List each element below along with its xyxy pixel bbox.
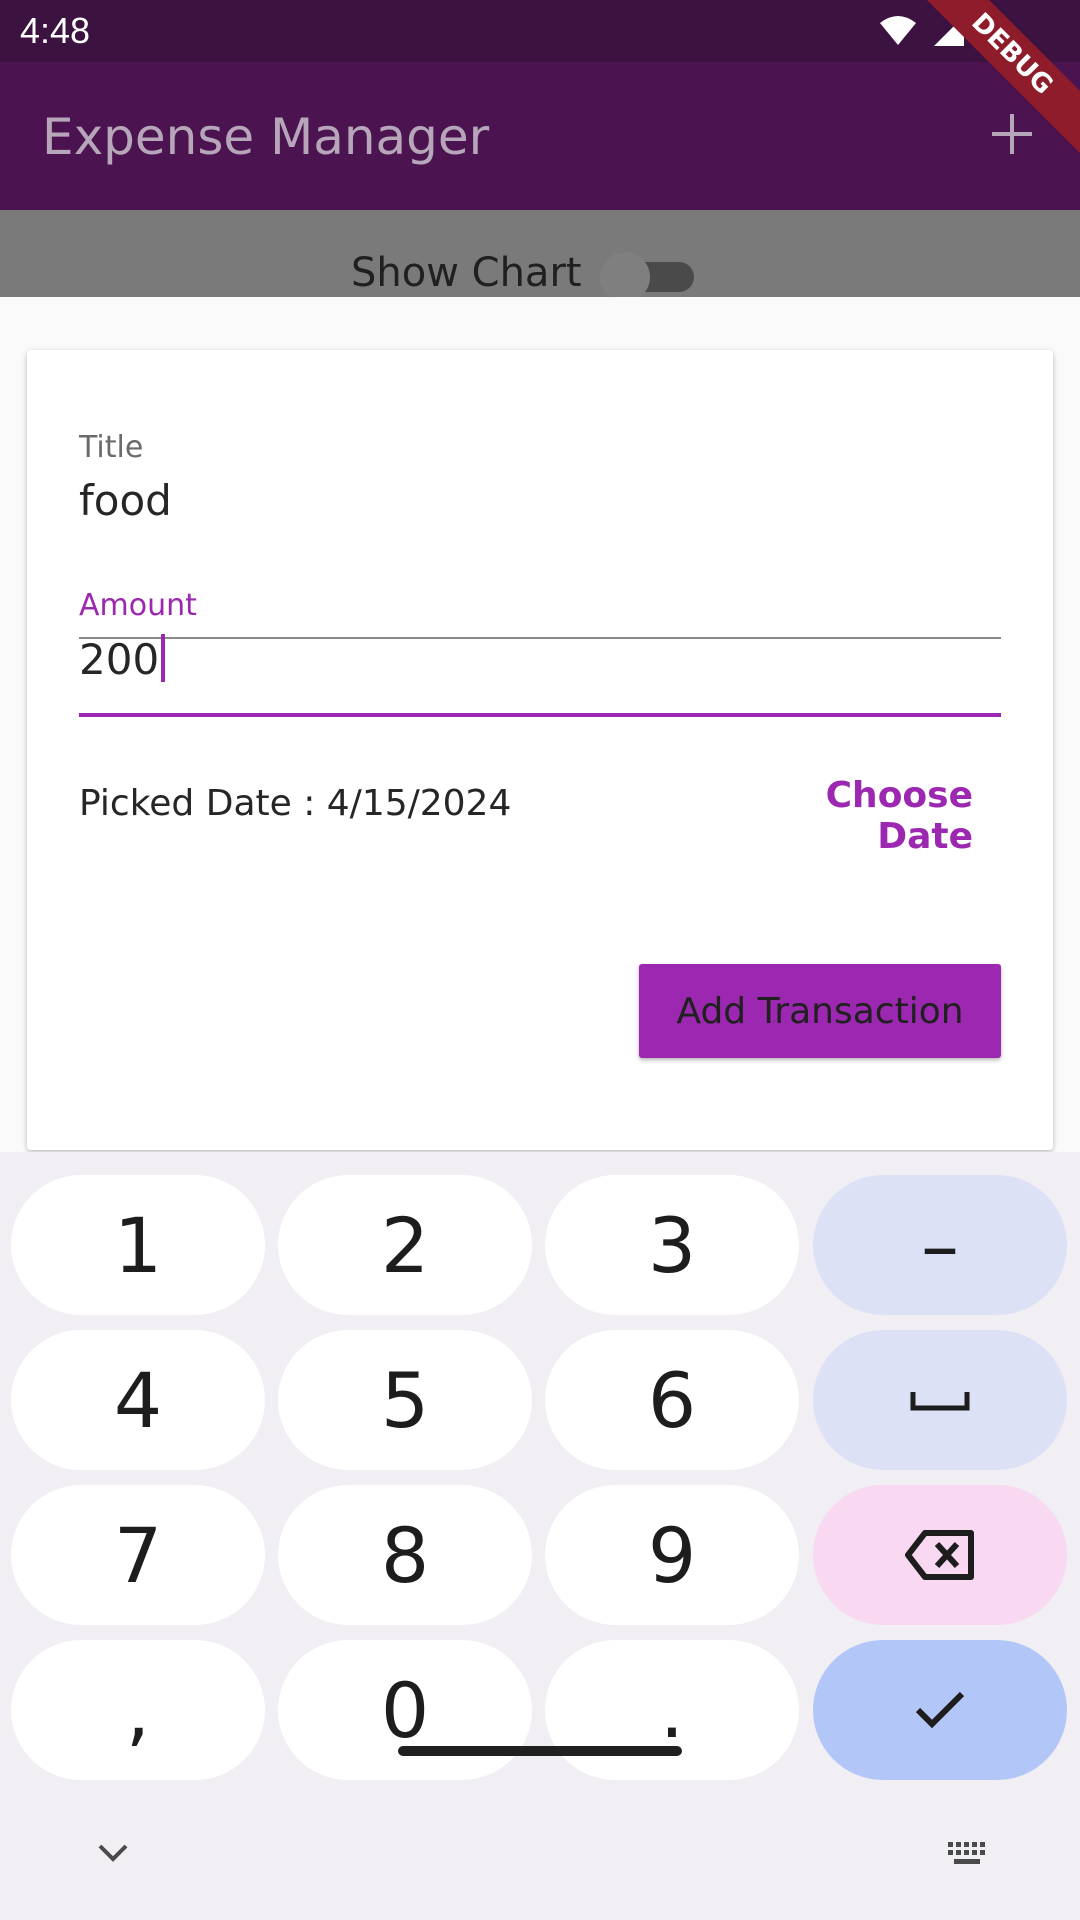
key-backspace[interactable]: ⌫ <box>813 1485 1067 1625</box>
key-2[interactable]: 2 <box>278 1175 532 1315</box>
key-minus[interactable]: – <box>813 1175 1067 1315</box>
key-9[interactable]: 9 <box>545 1485 799 1625</box>
key-1[interactable]: 1 <box>11 1175 265 1315</box>
key-4[interactable]: 4 <box>11 1330 265 1470</box>
key-space[interactable]: ␣ <box>813 1330 1067 1470</box>
key-label: 2 <box>380 1200 430 1290</box>
keyboard-icon <box>948 1842 985 1864</box>
home-indicator[interactable] <box>398 1746 682 1756</box>
key-label: , <box>125 1665 151 1755</box>
text-caret <box>161 634 166 682</box>
key-label: 6 <box>647 1355 697 1445</box>
key-label: 1 <box>113 1200 163 1290</box>
key-7[interactable]: 7 <box>11 1485 265 1625</box>
choose-date-button[interactable]: Choose Date <box>733 775 973 857</box>
key-6[interactable]: 6 <box>545 1330 799 1470</box>
amount-field-underline <box>79 713 1001 717</box>
chart-toggle-switch[interactable] <box>600 252 696 297</box>
transaction-form-card: Title food Amount 200 Picked Date : 4/15… <box>27 350 1053 1150</box>
add-transaction-submit-button[interactable]: Add Transaction <box>639 964 1001 1058</box>
key-label: 9 <box>647 1510 697 1600</box>
title-field-label: Title <box>79 430 144 465</box>
amount-text: 200 <box>79 635 160 684</box>
amount-field-value: 200 <box>79 634 166 684</box>
choose-date-label: Choose Date <box>825 775 973 857</box>
key-comma[interactable]: , <box>11 1640 265 1780</box>
key-8[interactable]: 8 <box>278 1485 532 1625</box>
key-label: 7 <box>113 1510 163 1600</box>
space-icon <box>910 1392 970 1411</box>
status-bar: 4:48 <box>0 0 1080 62</box>
app-title: Expense Manager <box>42 108 490 166</box>
app-bar: Expense Manager <box>0 62 1080 210</box>
numeric-keyboard: 1 2 3 – 4 5 6 ␣ 7 8 9 ⌫ , 0 . ✓ <box>0 1152 1080 1920</box>
chevron-down-icon <box>98 1844 128 1862</box>
title-field-value: food <box>79 476 172 525</box>
key-label: . <box>659 1665 685 1755</box>
key-label: – <box>921 1200 959 1290</box>
key-period[interactable]: . <box>545 1640 799 1780</box>
backspace-icon <box>905 1530 974 1580</box>
switch-keyboard-button[interactable] <box>944 1838 992 1870</box>
title-field[interactable]: Title food <box>79 430 1001 639</box>
status-time: 4:48 <box>20 10 91 51</box>
key-label: 8 <box>380 1510 430 1600</box>
key-label: 4 <box>113 1355 163 1445</box>
key-label: 0 <box>380 1665 430 1755</box>
key-done[interactable]: ✓ <box>813 1640 1067 1780</box>
picked-date-text: Picked Date : 4/15/2024 <box>79 783 512 824</box>
key-3[interactable]: 3 <box>545 1175 799 1315</box>
wifi-icon <box>880 16 916 45</box>
key-0[interactable]: 0 <box>278 1640 532 1780</box>
checkmark-icon <box>915 1691 965 1729</box>
key-label: 3 <box>647 1200 697 1290</box>
switch-thumb <box>600 252 650 297</box>
chart-toggle-label: Show Chart <box>351 250 582 296</box>
add-transaction-label: Add Transaction <box>676 990 964 1032</box>
hide-keyboard-button[interactable] <box>88 1832 138 1872</box>
amount-field-label: Amount <box>79 588 197 623</box>
plus-icon <box>992 114 1032 154</box>
key-5[interactable]: 5 <box>278 1330 532 1470</box>
chart-toggle-row: Show Chart <box>0 210 1080 297</box>
key-label: 5 <box>380 1355 430 1445</box>
amount-field[interactable]: Amount 200 <box>79 588 1001 718</box>
